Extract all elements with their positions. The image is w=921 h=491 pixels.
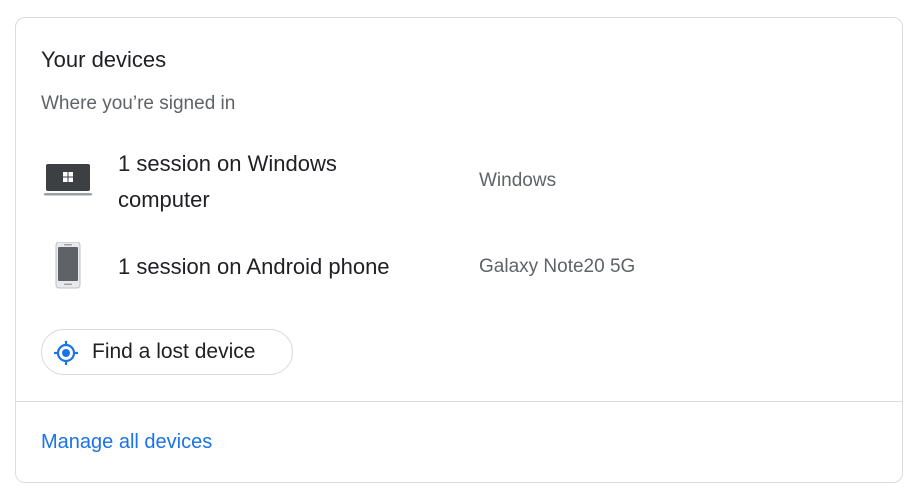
device-row-android[interactable]: 1 session on Android phone Galaxy Note20… bbox=[16, 240, 902, 294]
devices-card: Your devices Where you’re signed in 1 se… bbox=[15, 17, 903, 483]
windows-laptop-icon bbox=[44, 164, 92, 196]
device-name: 1 session on Windows computer bbox=[118, 151, 337, 212]
device-model: Galaxy Note20 5G bbox=[479, 256, 636, 277]
card-subtitle: Where you’re signed in bbox=[41, 93, 236, 114]
find-lost-device-label: Find a lost device bbox=[92, 340, 256, 363]
find-lost-device-button[interactable]: Find a lost device bbox=[41, 329, 293, 375]
manage-all-devices-link[interactable]: Manage all devices bbox=[41, 430, 212, 454]
device-row-windows[interactable]: 1 session on Windows computer Windows bbox=[16, 146, 902, 218]
card-divider bbox=[16, 401, 902, 402]
device-name: 1 session on Android phone bbox=[118, 254, 390, 279]
locate-target-icon bbox=[54, 341, 78, 365]
card-title: Your devices bbox=[41, 47, 167, 72]
android-phone-icon bbox=[55, 242, 81, 289]
device-model: Windows bbox=[479, 170, 557, 191]
